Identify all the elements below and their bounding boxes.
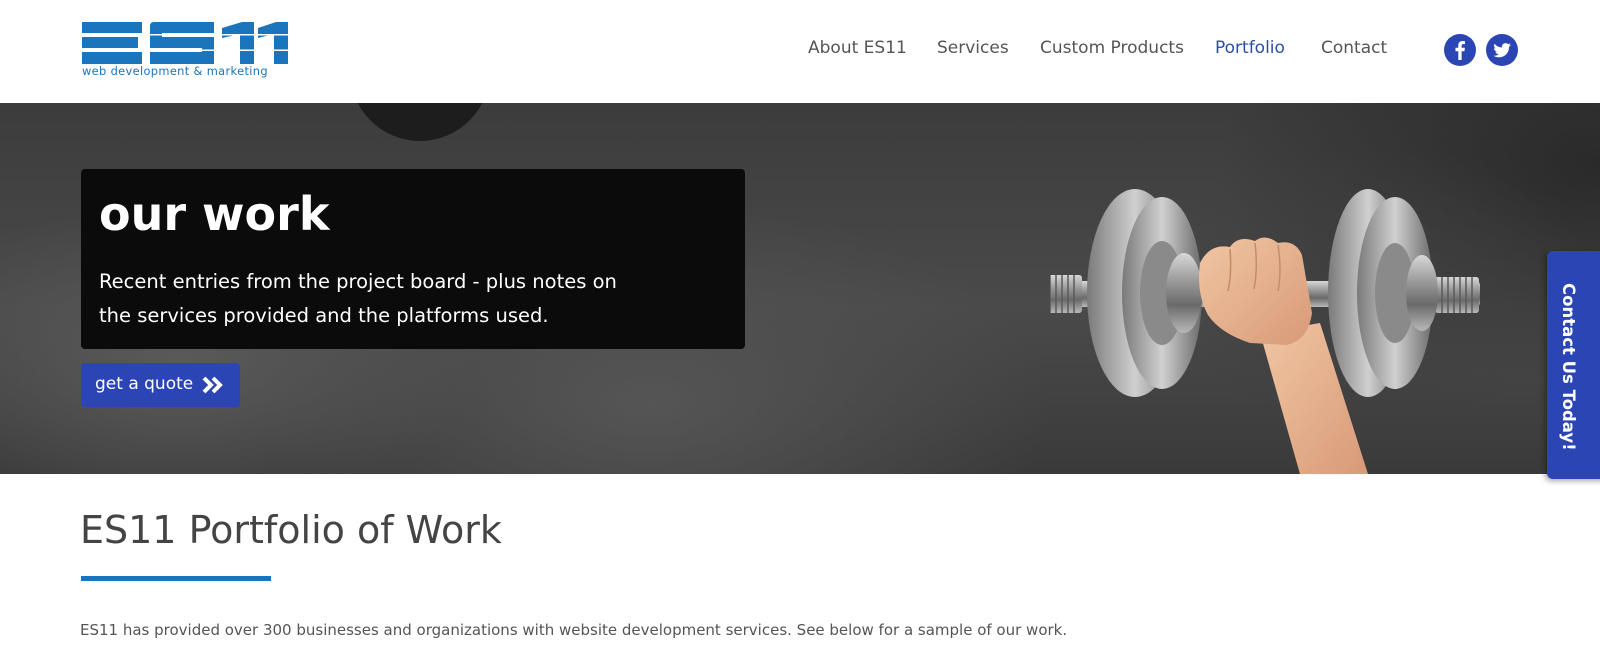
hero-banner: our work Recent entries from the project…	[0, 103, 1600, 474]
twitter-link[interactable]	[1486, 34, 1518, 66]
nav-item-contact[interactable]: Contact	[1321, 38, 1387, 58]
twitter-icon	[1493, 43, 1511, 58]
heading-underline	[81, 576, 271, 581]
get-a-quote-label: get a quote	[95, 374, 194, 394]
contact-us-side-tab-label: Contact Us Today!	[1559, 283, 1578, 451]
get-a-quote-button[interactable]: get a quote	[81, 363, 240, 407]
nav-item-about[interactable]: About ES11	[808, 38, 907, 58]
contact-us-side-tab[interactable]: Contact Us Today!	[1547, 251, 1600, 479]
portfolio-intro-text: ES11 has provided over 300 businesses an…	[80, 621, 1068, 639]
hero-decorative-circle	[350, 103, 490, 141]
site-header: web development & marketing About ES11 S…	[0, 0, 1600, 103]
nav-item-services[interactable]: Services	[937, 38, 1009, 58]
hero-card: our work Recent entries from the project…	[81, 169, 745, 349]
nav-item-portfolio[interactable]: Portfolio	[1215, 38, 1285, 58]
facebook-link[interactable]	[1444, 34, 1476, 66]
es11-logo-mark	[82, 22, 290, 64]
hero-description: Recent entries from the project board - …	[99, 270, 617, 327]
facebook-icon	[1455, 41, 1465, 60]
double-chevron-right-icon	[202, 376, 223, 394]
nav-item-custom-products[interactable]: Custom Products	[1040, 38, 1184, 58]
dumbbell-hand-image	[1050, 189, 1480, 474]
hero-title: our work	[99, 187, 330, 241]
es11-logo[interactable]: web development & marketing	[82, 22, 290, 80]
portfolio-heading: ES11 Portfolio of Work	[80, 508, 502, 552]
logo-tagline: web development & marketing	[82, 64, 268, 78]
